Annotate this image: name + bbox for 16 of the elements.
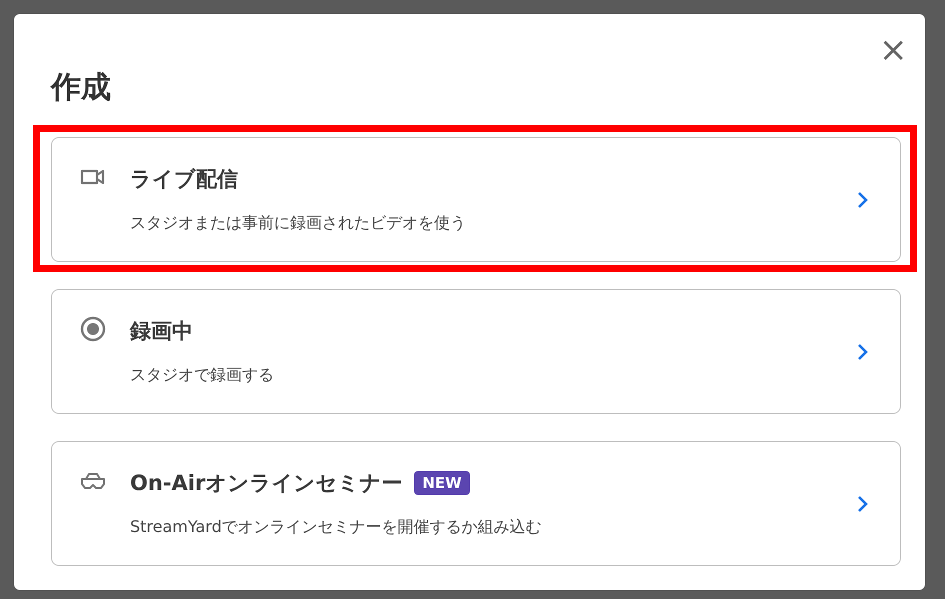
option-card[interactable]: ライブ配信 スタジオまたは事前に録画されたビデオを使う <box>51 137 901 262</box>
close-button[interactable]: × <box>879 36 907 64</box>
dialog-title: 作成 <box>49 69 112 107</box>
chevron-right-icon <box>856 494 870 514</box>
option-title: ライブ配信 <box>130 166 238 193</box>
chevron-right-icon <box>856 342 870 362</box>
new-badge: NEW <box>414 471 470 495</box>
option-title: On-Airオンラインセミナー <box>130 470 402 497</box>
option-description: StreamYardでオンラインセミナーを開催するか組み込む <box>130 517 543 538</box>
option-description: スタジオで録画する <box>130 365 275 386</box>
option-description: スタジオまたは事前に録画されたビデオを使う <box>130 213 467 234</box>
chevron-right-icon <box>856 190 870 210</box>
option-title: 録画中 <box>130 318 193 345</box>
record-icon <box>80 316 106 342</box>
option-card[interactable]: 録画中 スタジオで録画する <box>51 289 901 414</box>
option-card[interactable]: On-Airオンラインセミナー NEW StreamYardでオンラインセミナーを開催するか組み込む <box>51 441 901 566</box>
